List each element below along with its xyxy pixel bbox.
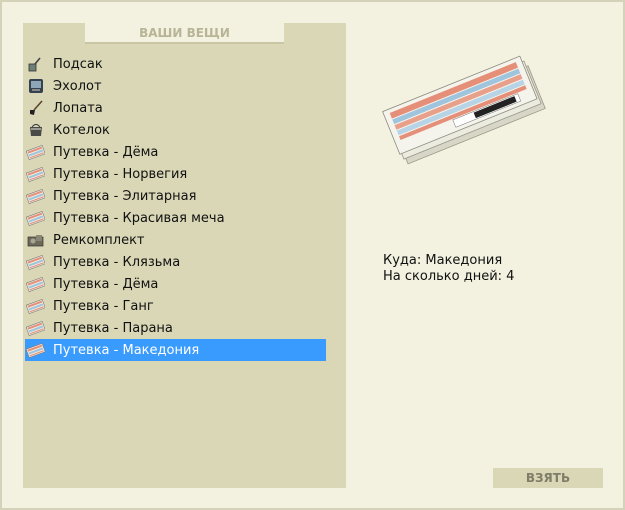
list-item-label: Путевка - Клязьма [53, 254, 181, 270]
list-item-label: Подсак [53, 56, 103, 72]
list-item[interactable]: Путевка - Ганг [25, 295, 326, 317]
repair-kit-icon [26, 231, 45, 249]
list-item[interactable]: Путевка - Дёма [25, 273, 326, 295]
panel-title: ВАШИ ВЕЩИ [85, 23, 284, 44]
voucher-bundle-icon [382, 55, 546, 165]
list-item-label: Путевка - Дёма [53, 276, 159, 292]
list-item[interactable]: Эхолот [25, 75, 326, 97]
shovel-icon [26, 99, 45, 117]
echo-sounder-icon [26, 77, 45, 95]
list-item[interactable]: Путевка - Парана [25, 317, 326, 339]
items-list: Подсак Эхолот Лопата Котелок Путевка - Дёма П… [25, 53, 326, 361]
list-item-label: Путевка - Красивая меча [53, 210, 225, 226]
voucher-icon [26, 209, 45, 227]
list-item-label: Эхолот [53, 78, 102, 94]
pot-icon [26, 121, 45, 139]
list-item-label: Путевка - Македония [53, 342, 200, 358]
list-item[interactable]: Лопата [25, 97, 326, 119]
list-item[interactable]: Котелок [25, 119, 326, 141]
landing-net-icon [26, 55, 45, 73]
list-item-label: Лопата [53, 100, 103, 116]
list-item-selected[interactable]: Путевка - Македония [25, 339, 326, 361]
list-item-label: Путевка - Дёма [53, 144, 159, 160]
voucher-icon [26, 341, 45, 359]
days-text: На сколько дней: 4 [383, 269, 515, 284]
voucher-icon [26, 165, 45, 183]
voucher-icon [26, 297, 45, 315]
voucher-icon [26, 253, 45, 271]
list-item[interactable]: Путевка - Норвегия [25, 163, 326, 185]
item-details: Куда: Македония На сколько дней: 4 [383, 253, 514, 285]
list-item[interactable]: Путевка - Элитарная [25, 185, 326, 207]
destination-text: Куда: Македония [383, 253, 503, 268]
voucher-icon [26, 275, 45, 293]
list-item-label: Ремкомплект [53, 232, 145, 248]
list-item-label: Путевка - Ганг [53, 298, 154, 314]
list-item[interactable]: Путевка - Красивая меча [25, 207, 326, 229]
list-item-label: Путевка - Парана [53, 320, 173, 336]
list-item[interactable]: Путевка - Дёма [25, 141, 326, 163]
list-item-label: Путевка - Элитарная [53, 188, 197, 204]
item-preview-image [378, 45, 548, 165]
list-item[interactable]: Ремкомплект [25, 229, 326, 251]
voucher-icon [26, 187, 45, 205]
list-item-label: Котелок [53, 122, 110, 138]
take-button[interactable]: ВЗЯТЬ [493, 468, 603, 488]
voucher-icon [26, 319, 45, 337]
voucher-icon [26, 143, 45, 161]
list-item[interactable]: Путевка - Клязьма [25, 251, 326, 273]
list-item-label: Путевка - Норвегия [53, 166, 188, 182]
list-item[interactable]: Подсак [25, 53, 326, 75]
